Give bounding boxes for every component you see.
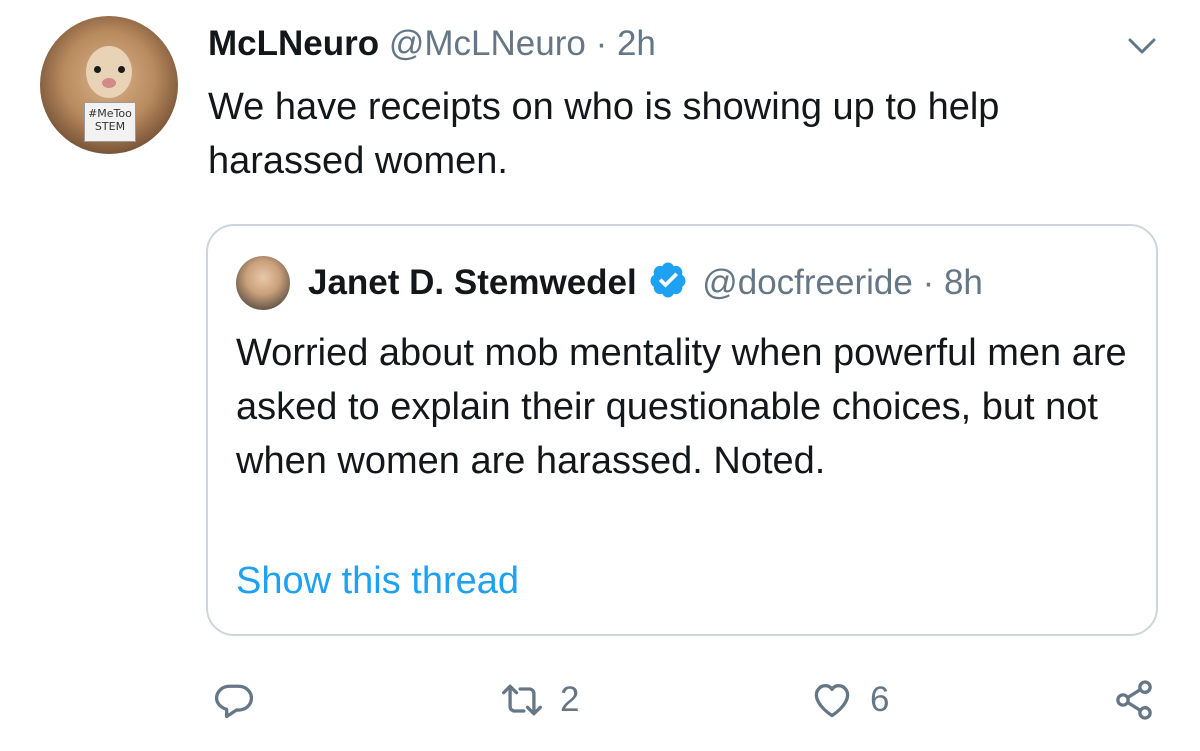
share-button[interactable] (1112, 678, 1156, 722)
avatar-sign: #MeToo STEM (84, 102, 136, 142)
heart-icon (814, 684, 850, 718)
quoted-author-avatar (236, 256, 290, 310)
share-icon (1116, 680, 1152, 720)
tweet-timestamp[interactable]: 2h (617, 24, 656, 63)
tweet[interactable]: #MeToo STEM McLNeuro @McLNeuro · 2h We h… (0, 0, 1200, 751)
verified-badge-icon (650, 262, 686, 298)
header-separator: · (595, 24, 608, 63)
author-avatar[interactable]: #MeToo STEM (40, 16, 178, 154)
quoted-header-separator: · (922, 263, 935, 302)
tweet-actions-bar: 2 6 (0, 678, 1200, 728)
author-display-name[interactable]: McLNeuro (208, 24, 379, 63)
show-thread-link[interactable]: Show this thread (236, 554, 519, 608)
retweet-icon (502, 684, 542, 716)
quoted-tweet-header: Janet D. Stemwedel @docfreeride · 8h (308, 260, 983, 305)
quoted-author-handle: @docfreeride (702, 263, 913, 302)
chevron-down-icon[interactable] (1122, 26, 1162, 66)
reply-icon (214, 684, 254, 719)
tweet-text: We have receipts on who is showing up to… (208, 86, 1000, 182)
author-handle[interactable]: @McLNeuro (389, 24, 586, 63)
like-button[interactable]: 6 (810, 678, 889, 722)
like-count: 6 (870, 680, 890, 719)
tweet-header: McLNeuro @McLNeuro · 2h (208, 22, 656, 66)
quoted-tweet-text: Worried about mob mentality when powerfu… (236, 332, 1127, 482)
quoted-tweet-timestamp: 8h (943, 263, 983, 302)
avatar-hamster-face (86, 46, 132, 98)
quoted-tweet-card[interactable]: Janet D. Stemwedel @docfreeride · 8h Wor… (206, 224, 1158, 636)
retweet-button[interactable]: 2 (500, 678, 579, 722)
retweet-count: 2 (560, 680, 580, 719)
reply-button[interactable] (212, 678, 256, 722)
quoted-author-display-name: Janet D. Stemwedel (308, 263, 637, 302)
